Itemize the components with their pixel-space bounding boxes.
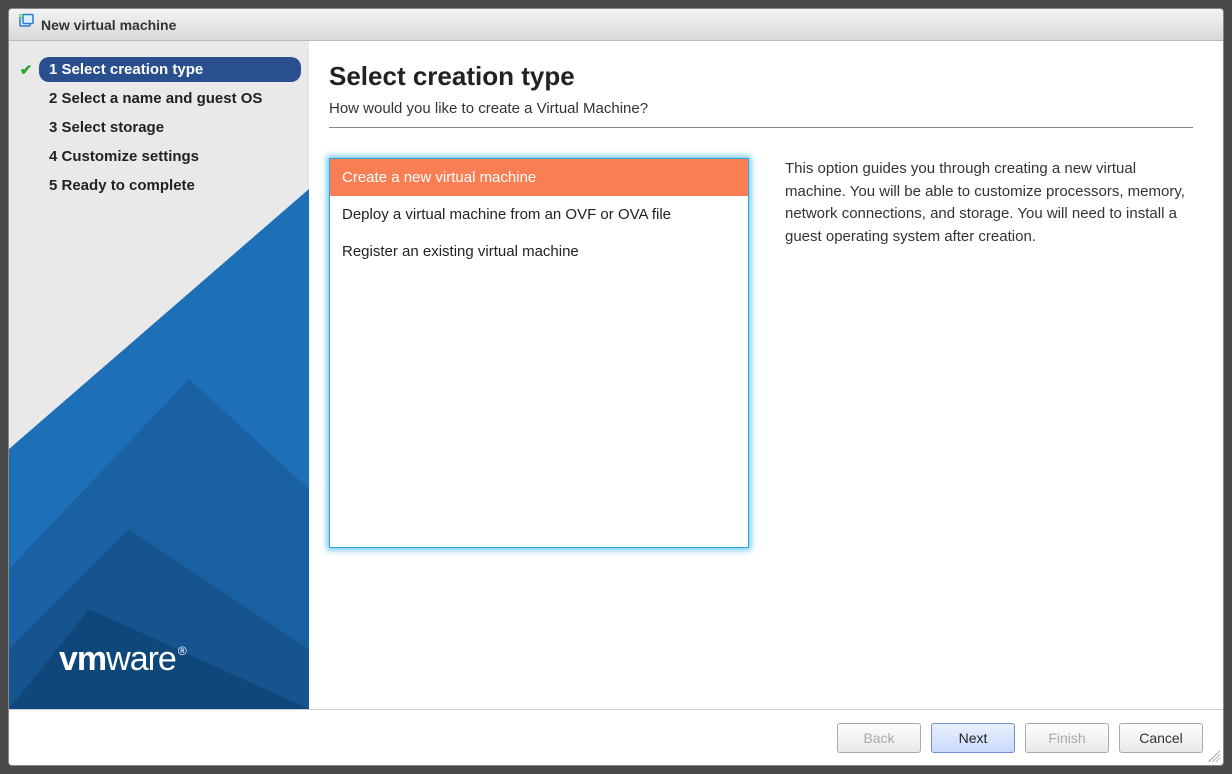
step-customize-settings[interactable]: 4 Customize settings <box>17 144 301 169</box>
cancel-button[interactable]: Cancel <box>1119 723 1203 753</box>
step-label: 1 Select creation type <box>39 57 301 82</box>
step-label: 5 Ready to complete <box>39 173 301 198</box>
step-select-creation-type[interactable]: ✔ 1 Select creation type <box>17 57 301 82</box>
wizard-sidebar: ✔ 1 Select creation type 2 Select a name… <box>9 41 309 709</box>
option-description: This option guides you through creating … <box>785 158 1193 248</box>
option-create-new-vm[interactable]: Create a new virtual machine <box>330 159 748 196</box>
step-ready-to-complete[interactable]: 5 Ready to complete <box>17 173 301 198</box>
option-deploy-ovf-ova[interactable]: Deploy a virtual machine from an OVF or … <box>330 196 748 233</box>
creation-type-listbox[interactable]: Create a new virtual machine Deploy a vi… <box>329 158 749 548</box>
back-button[interactable]: Back <box>837 723 921 753</box>
sidebar-decoration <box>9 189 309 709</box>
vmware-logo: vmware® <box>59 640 186 679</box>
next-button[interactable]: Next <box>931 723 1015 753</box>
finish-button[interactable]: Finish <box>1025 723 1109 753</box>
vm-icon <box>17 13 35 36</box>
wizard-footer: Back Next Finish Cancel <box>9 709 1223 765</box>
wizard-dialog: New virtual machine ✔ 1 Select creation … <box>8 8 1224 766</box>
step-select-name-guest-os[interactable]: 2 Select a name and guest OS <box>17 86 301 111</box>
wizard-main: Select creation type How would you like … <box>309 41 1223 709</box>
dialog-body: ✔ 1 Select creation type 2 Select a name… <box>9 41 1223 709</box>
step-label: 3 Select storage <box>39 115 301 140</box>
page-subtitle: How would you like to create a Virtual M… <box>329 100 1193 128</box>
window-title: New virtual machine <box>41 17 176 33</box>
titlebar: New virtual machine <box>9 9 1223 41</box>
content-row: Create a new virtual machine Deploy a vi… <box>329 158 1193 689</box>
check-icon: ✔ <box>17 61 35 79</box>
step-label: 4 Customize settings <box>39 144 301 169</box>
option-register-existing-vm[interactable]: Register an existing virtual machine <box>330 233 748 270</box>
step-select-storage[interactable]: 3 Select storage <box>17 115 301 140</box>
resize-grip[interactable] <box>1208 750 1220 762</box>
step-label: 2 Select a name and guest OS <box>39 86 301 111</box>
wizard-steps: ✔ 1 Select creation type 2 Select a name… <box>9 41 309 210</box>
page-heading: Select creation type <box>329 61 1193 92</box>
